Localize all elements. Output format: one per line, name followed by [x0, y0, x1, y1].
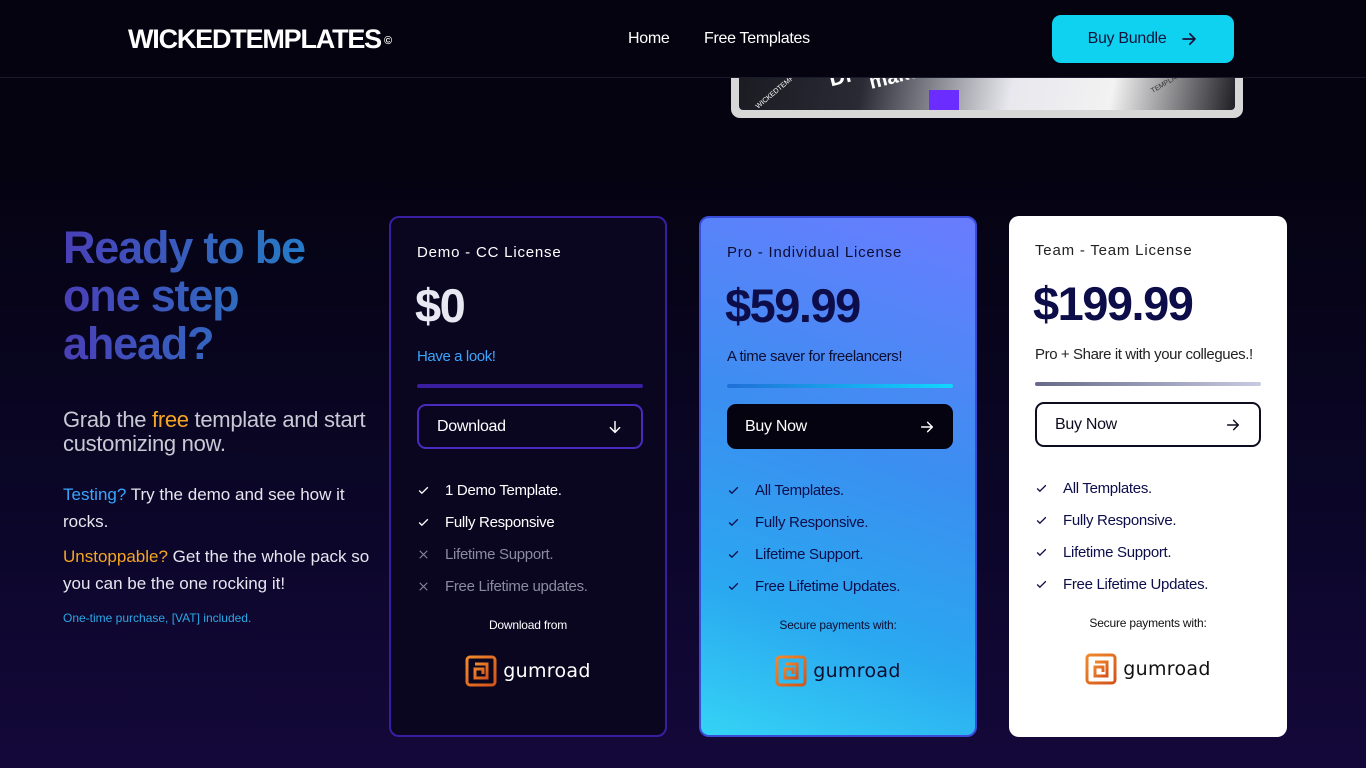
plan-price: $59.99	[725, 279, 861, 332]
feature-label: Free Lifetime updates.	[445, 577, 588, 595]
feature-label: Fully Responsive	[445, 513, 555, 531]
gumroad-wordmark: gumroad	[503, 660, 591, 682]
feature-item: 1 Demo Template.	[417, 474, 643, 506]
plan-title: Pro - Individual License	[727, 244, 903, 261]
arrow-right-icon	[1226, 419, 1240, 430]
check-icon	[728, 582, 739, 590]
plan-divider	[727, 384, 953, 388]
feature-item: Lifetime Support.	[727, 538, 953, 570]
feature-label: All Templates.	[755, 481, 844, 499]
top-navbar: WICKEDTEMPLATES © Home Free Templates Buy…	[0, 0, 1366, 78]
check-icon	[728, 518, 739, 526]
check-icon	[728, 550, 739, 558]
x-icon	[419, 581, 428, 591]
gumroad-icon	[1085, 653, 1117, 685]
payment-label: Secure payments with:	[1089, 616, 1207, 630]
arrow-right-icon	[920, 421, 934, 432]
feature-item: All Templates.	[727, 474, 953, 506]
feature-label: Lifetime Support.	[445, 545, 554, 563]
feature-label: All Templates.	[1063, 479, 1152, 497]
plan-tagline: A time saver for freelancers!	[727, 348, 903, 365]
feature-list: 1 Demo Template. Fully Responsive Lifeti…	[417, 474, 643, 602]
hero-headline: Ready to be one step ahead?	[63, 224, 383, 368]
feature-item-excluded: Free Lifetime updates.	[417, 570, 643, 602]
feature-item: Fully Responsive.	[727, 506, 953, 538]
check-icon	[1036, 516, 1047, 524]
gumroad-logo[interactable]: gumroad	[1009, 653, 1287, 685]
feature-label: Free Lifetime Updates.	[755, 577, 901, 595]
pricing-card-team: Team - Team License $199.99 Pro + Share …	[1009, 216, 1287, 737]
unstoppable-paragraph: Unstoppable? Get the the whole pack so y…	[63, 543, 373, 597]
gumroad-logo[interactable]: gumroad	[701, 655, 975, 687]
payment-label: Download from	[488, 618, 568, 632]
plan-tagline: Have a look!	[417, 348, 496, 365]
testing-keyword: Testing?	[63, 485, 127, 504]
nav-link-home[interactable]: Home	[628, 30, 670, 48]
gumroad-wordmark: gumroad	[1123, 658, 1211, 680]
feature-item: Fully Responsive.	[1035, 504, 1261, 536]
feature-label: 1 Demo Template.	[445, 481, 562, 499]
check-icon	[728, 486, 739, 494]
registered-mark: ©	[384, 34, 393, 47]
check-icon	[418, 486, 429, 494]
plan-price: $199.99	[1033, 277, 1194, 330]
feature-item-excluded: Lifetime Support.	[417, 538, 643, 570]
gumroad-icon	[465, 655, 497, 687]
arrow-down-icon	[609, 420, 621, 433]
nav-link-free-templates[interactable]: Free Templates	[704, 30, 810, 48]
check-icon	[418, 518, 429, 526]
feature-label: Free Lifetime Updates.	[1063, 575, 1209, 593]
feature-label: Lifetime Support.	[1063, 543, 1172, 561]
payment-label: Secure payments with:	[779, 618, 897, 632]
check-icon	[1036, 580, 1047, 588]
buy-now-button-team[interactable]: Buy Now	[1035, 402, 1261, 447]
sub-text-start: Grab the	[63, 407, 153, 432]
brand-logo-text: WICKEDTEMPLATES	[128, 24, 382, 54]
buy-bundle-label: Buy Bundle	[1087, 30, 1167, 47]
plan-tagline: Pro + Share it with your collegues.!	[1035, 346, 1253, 363]
pricing-card-demo: Demo - CC License $0 Have a look! Downlo…	[389, 216, 667, 737]
check-icon	[1036, 484, 1047, 492]
feature-list: All Templates. Fully Responsive. Lifetim…	[727, 474, 953, 602]
feature-label: Fully Responsive.	[1063, 511, 1177, 529]
buy-now-button-pro[interactable]: Buy Now	[727, 404, 953, 449]
feature-item: Lifetime Support.	[1035, 536, 1261, 568]
plan-divider	[1035, 382, 1261, 386]
gumroad-icon	[775, 655, 807, 687]
sub-text-free: free	[152, 407, 189, 432]
download-button[interactable]: Download	[417, 404, 643, 449]
feature-label: Lifetime Support.	[755, 545, 864, 563]
feature-item: All Templates.	[1035, 472, 1261, 504]
buy-now-label: Buy Now	[1055, 415, 1117, 433]
arrow-right-icon	[1182, 32, 1197, 46]
plan-divider	[417, 384, 643, 388]
x-icon	[419, 549, 428, 559]
plan-title: Team - Team License	[1035, 242, 1193, 259]
gumroad-wordmark: gumroad	[813, 660, 901, 682]
brand-logo[interactable]: WICKEDTEMPLATES ©	[128, 24, 392, 55]
testing-paragraph: Testing? Try the demo and see how it roc…	[63, 481, 373, 535]
feature-item: Free Lifetime Updates.	[727, 570, 953, 602]
plan-price: $0	[415, 279, 466, 332]
buy-bundle-button[interactable]: Buy Bundle	[1052, 15, 1234, 63]
unstoppable-keyword: Unstoppable?	[63, 547, 168, 566]
check-icon	[1036, 548, 1047, 556]
pricing-card-pro: Pro - Individual License $59.99 A time s…	[699, 216, 977, 737]
preview-accent-block	[929, 90, 959, 110]
hero-subheadline: Grab the free template and start customi…	[63, 408, 383, 456]
gumroad-logo[interactable]: gumroad	[391, 655, 665, 687]
feature-list: All Templates. Fully Responsive. Lifetim…	[1035, 472, 1261, 600]
feature-item: Free Lifetime Updates.	[1035, 568, 1261, 600]
download-button-label: Download	[437, 417, 506, 435]
plan-title: Demo - CC License	[417, 244, 562, 261]
vat-note: One-time purchase, [VAT] included.	[63, 611, 252, 625]
feature-item: Fully Responsive	[417, 506, 643, 538]
buy-now-label: Buy Now	[745, 417, 807, 435]
feature-label: Fully Responsive.	[755, 513, 869, 531]
